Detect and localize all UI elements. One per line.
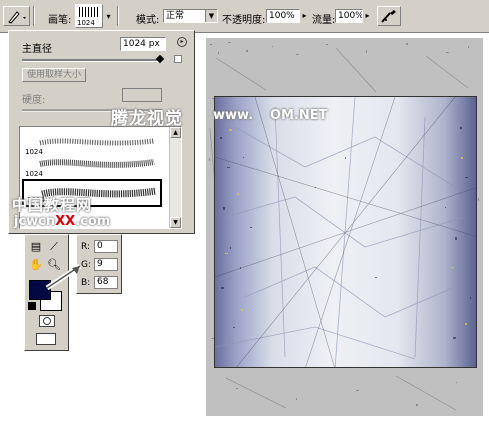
mode-select[interactable]: 正常 ▼ <box>163 9 218 23</box>
watermark-site-xx: XX <box>55 214 76 229</box>
hardness-input[interactable] <box>122 88 162 102</box>
master-diameter-label: 主直径 <box>22 44 52 55</box>
chevron-down-icon: ▼ <box>205 10 217 22</box>
r-value: 0 <box>94 240 118 253</box>
separator <box>117 6 119 26</box>
diameter-slider[interactable] <box>22 59 162 62</box>
airbrush-button[interactable] <box>377 6 401 26</box>
watermark-site-url: jcwcnXX.com <box>14 214 110 229</box>
watermark-top-url: www. <box>213 108 254 123</box>
brush-stroke-preview <box>39 159 155 168</box>
scroll-down-icon[interactable]: ▼ <box>170 217 181 228</box>
separator <box>33 6 35 26</box>
mode-value: 正常 <box>166 11 185 21</box>
new-preset-icon[interactable] <box>174 55 182 63</box>
hardness-label: 硬度: <box>22 95 46 106</box>
opacity-slider-arrow-icon[interactable]: ▸ <box>300 10 309 22</box>
flow-input[interactable]: 100% <box>335 9 363 23</box>
brush-icon <box>8 11 26 24</box>
r-label: R: <box>81 242 91 252</box>
opacity-input[interactable]: 100% <box>266 9 300 23</box>
notes-tool-icon[interactable]: ▤ <box>29 240 43 254</box>
use-sample-size-button[interactable]: 使用取样大小 <box>22 68 86 82</box>
brush-label: 画笔: <box>48 15 72 26</box>
brush-preview-size: 1024 <box>77 19 95 27</box>
toolbox-panel: ▤ ⟋ ✋ 🔍︎ <box>24 234 69 351</box>
watermark-site-tail: .com <box>75 214 111 229</box>
opacity-label: 不透明度: <box>222 15 266 26</box>
brush-picker-arrow-icon[interactable]: ▾ <box>104 11 113 23</box>
callout-arrow-icon <box>45 263 82 291</box>
brush-tool-preset-button[interactable] <box>3 6 30 26</box>
brush-tip-preview <box>79 7 99 17</box>
hand-tool-icon[interactable]: ✋ <box>29 258 43 272</box>
watermark-site-prefix: jcwcn <box>14 214 56 229</box>
eyedropper-tool-icon[interactable]: ⟋ <box>47 240 61 254</box>
brush-list-scrollbar[interactable]: ▲ ▼ <box>169 127 181 228</box>
flow-label: 流量: <box>312 15 336 26</box>
watermark-site-cn: 中国教程网 <box>12 196 93 214</box>
screen-mode-icon[interactable] <box>36 333 56 345</box>
b-value: 68 <box>94 276 118 289</box>
airbrush-icon <box>381 10 396 23</box>
brush-stroke-preview <box>39 138 155 146</box>
brush-picker-button[interactable]: 1024 <box>75 4 103 28</box>
document-image[interactable] <box>214 96 477 368</box>
panel-menu-icon[interactable]: ▸ <box>177 37 187 47</box>
crumpled-paper-texture <box>215 97 476 367</box>
quick-mask-icon[interactable] <box>39 315 55 327</box>
default-colors-icon[interactable] <box>28 302 36 310</box>
brush-size-label: 1024 <box>25 170 43 178</box>
brush-preset-item[interactable]: 1024 <box>22 151 162 179</box>
master-diameter-input[interactable]: 1024 px <box>120 37 166 51</box>
g-value: 9 <box>94 258 118 271</box>
mode-label: 模式: <box>136 15 160 26</box>
options-bar: 画笔: 1024 ▾ 模式: 正常 ▼ 不透明度: 100% ▸ 流量: 100… <box>0 0 489 33</box>
watermark-top-url-tail: OM.NET <box>270 108 328 123</box>
watermark-top: 腾龙视觉 <box>111 109 183 129</box>
flow-slider-arrow-icon[interactable]: ▸ <box>363 10 372 22</box>
